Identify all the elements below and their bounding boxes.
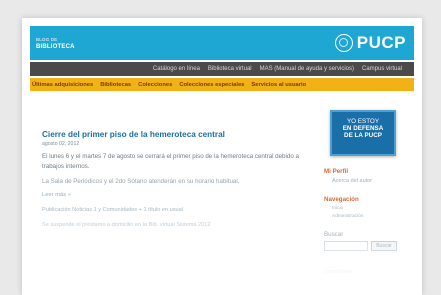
search-button[interactable]: Buscar [371, 241, 397, 251]
next-post-title[interactable]: Se suspende el préstamo a domicilio en l… [42, 222, 302, 228]
secondary-nav: Últimas adquisiciones Bibliotecas Colecc… [30, 78, 414, 91]
banner-line: YO ESTOY [346, 118, 380, 125]
nav-catalogo[interactable]: Catálogo en línea [153, 66, 200, 72]
nav-colecciones-especiales[interactable]: Colecciones especiales [179, 82, 244, 88]
pucp-logo[interactable]: PUCP [334, 32, 406, 54]
defensa-pucp-banner[interactable]: YO ESTOY EN DEFENSA DE LA PUCP [330, 110, 396, 156]
banner-line: DE LA PUCP [344, 132, 382, 139]
search-row: Buscar [324, 241, 410, 251]
sidebar: YO ESTOY EN DEFENSA DE LA PUCP Mi Perfil… [324, 110, 410, 275]
nav-bibliotecas[interactable]: Bibliotecas [100, 82, 131, 88]
blog-title[interactable]: BLOG DE BIBLIOTECA [36, 37, 75, 50]
nav-link-inicio[interactable]: Inicio [324, 206, 410, 211]
nav-campus-virtual[interactable]: Campus virtual [362, 66, 402, 72]
banner-line: EN DEFENSA [342, 125, 384, 132]
post-date: agosto 02, 2012 [42, 141, 80, 147]
nav-link-administracion[interactable]: Administración [324, 214, 410, 219]
primary-nav: Catálogo en línea Biblioteca virtual MAS… [30, 62, 414, 76]
logo-text: PUCP [356, 33, 406, 52]
search-input[interactable] [324, 241, 368, 251]
main-content: Cierre del primer piso de la hemeroteca … [42, 130, 302, 228]
nav-biblioteca-virtual[interactable]: Biblioteca virtual [208, 66, 252, 72]
read-more-link[interactable]: Leer más » [42, 192, 302, 198]
post-paragraph: La Sala de Periódicos y el 2do Sótano at… [42, 178, 240, 185]
nav-servicios-usuario[interactable]: Servicios al usuario [251, 82, 306, 88]
post-paragraph: El lunes 6 y el martes 7 de agosto se ce… [42, 153, 299, 170]
university-seal-icon [334, 34, 353, 52]
next-post-title[interactable]: Publicación Noticias 1 y Comunidades + 1… [42, 207, 302, 213]
subscribe-label: Suscribirse [324, 269, 352, 275]
site-header: BLOG DE BIBLIOTECA PUCP [30, 26, 414, 60]
nav-manual-ayuda[interactable]: MAS (Manual de ayuda y servicios) [260, 66, 354, 72]
blog-title-name: BIBLIOTECA [36, 44, 75, 50]
profile-heading: Mi Perfil [324, 168, 349, 175]
blog-title-small: BLOG DE [36, 37, 58, 42]
profile-link[interactable]: Acerca del autor [324, 178, 410, 184]
nav-ultimas-adquisiciones[interactable]: Últimas adquisiciones [32, 82, 93, 88]
nav-colecciones[interactable]: Colecciones [138, 82, 172, 88]
browser-page: BLOG DE BIBLIOTECA PUCP Catálogo en líne… [22, 18, 422, 295]
post-title[interactable]: Cierre del primer piso de la hemeroteca … [42, 130, 302, 139]
navigation-heading: Navegación [324, 196, 359, 203]
search-label: Buscar [324, 231, 344, 238]
